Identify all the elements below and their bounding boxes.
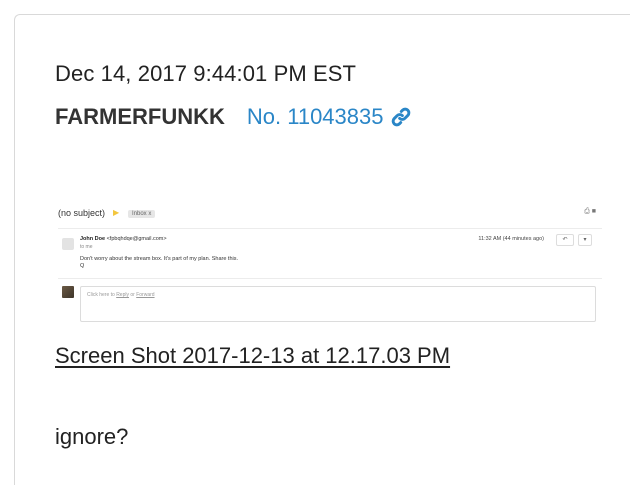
sender-email: <fpbqhdqe@gmail.com> [106,236,167,242]
email-sender: John Doe <fpbqhdqe@gmail.com> [80,236,167,242]
divider [58,228,602,229]
divider [58,278,602,279]
print-icon: ⎙ ■ [584,208,596,215]
reply-prompt-prefix: Click here to [87,292,115,298]
post-number-link[interactable]: No. 11043835 [247,104,384,130]
reply-prompt: Click here to Reply or Forward [87,292,155,298]
email-body: Don't worry about the stream box. It's p… [80,256,239,262]
user-avatar [62,286,74,298]
email-signature: Q [80,263,85,269]
post-header: FARMERFUNKK No. 11043835 [55,104,412,130]
forward-link: Forward [136,292,155,298]
reply-icon: ↶ [556,234,574,246]
avatar [62,238,74,250]
reply-mid: or [130,292,135,298]
inbox-label: Inbox x [128,210,156,218]
sender-name: John Doe [80,236,106,242]
attachment-filename-link[interactable]: Screen Shot 2017-12-13 at 12.17.03 PM [55,343,450,369]
post-message: ignore? [55,424,129,449]
post-timestamp: Dec 14, 2017 9:44:01 PM EST [55,61,357,86]
reply-link: Reply [116,292,129,298]
author-name: FARMERFUNKK [55,104,225,129]
email-time: 11:32 AM (44 minutes ago) [478,236,544,242]
email-recipient: to me [80,244,93,250]
email-subject: (no subject) [58,208,106,218]
attachment-thumbnail[interactable]: (no subject) ▶ Inbox x ⎙ ■ John Doe <fpb… [58,208,602,326]
chevron-down-icon: ▾ [578,234,592,246]
link-icon[interactable] [390,106,412,128]
reply-box: Click here to Reply or Forward [80,286,596,322]
important-marker-icon: ▶ [113,208,120,217]
